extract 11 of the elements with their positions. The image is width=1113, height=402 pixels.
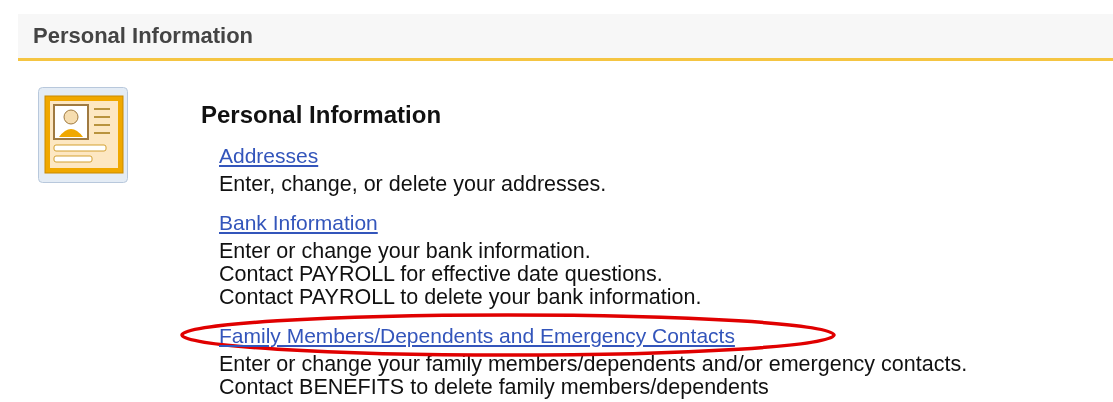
id-card-icon bbox=[38, 87, 128, 183]
description-text: Enter or change your family members/dependents and/or emergency contacts. bbox=[219, 353, 968, 376]
description-text: Contact PAYROLL to delete your bank information. bbox=[219, 286, 703, 309]
description-text: Enter or change your bank information. bbox=[219, 240, 592, 263]
section-link[interactable]: Addresses bbox=[219, 144, 319, 167]
description-text: Enter, change, or delete your addresses. bbox=[219, 173, 608, 196]
section-link[interactable]: Bank Information bbox=[219, 211, 378, 234]
section-title: Personal Information bbox=[201, 101, 443, 129]
panel-title: Personal Information bbox=[33, 23, 254, 49]
description-text: Contact PAYROLL for effective date questions. bbox=[219, 263, 664, 286]
description-text: Contact BENEFITS to delete family members/dependents bbox=[219, 376, 769, 399]
